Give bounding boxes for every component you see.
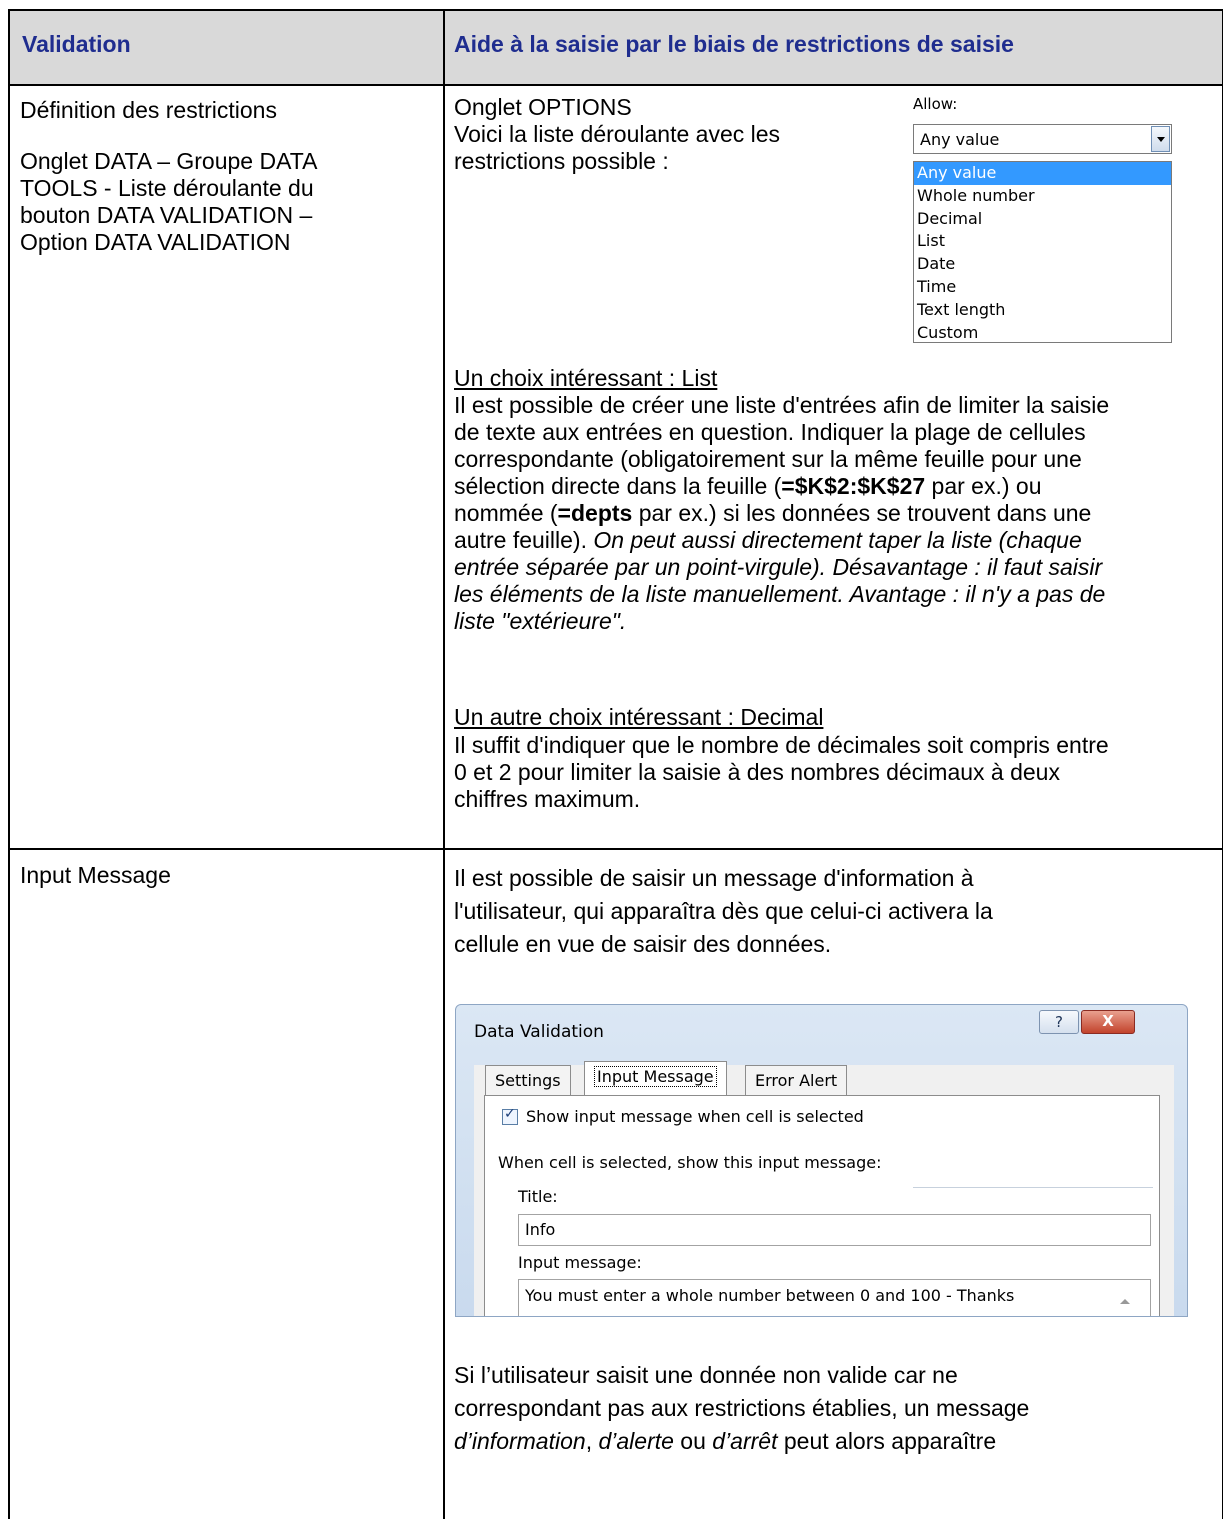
header-cell-2: Aide à la saisie par le biais de restric… (445, 11, 1222, 85)
intro-line: restrictions possible : (454, 148, 669, 174)
list-paragraph: Il est possible de créer une liste d'ent… (454, 392, 1109, 635)
row-divider-1 (8, 84, 1223, 86)
italic-run: d’information (454, 1428, 586, 1454)
allow-option[interactable]: Text length (914, 299, 1171, 322)
list-line: Il est possible de créer une liste d'ent… (454, 392, 1110, 418)
outro-line: Si l’utilisateur saisit une donnée non v… (454, 1362, 958, 1388)
message-textarea[interactable]: You must enter a whole number between 0 … (518, 1279, 1151, 1316)
title-label: Title: (518, 1187, 558, 1206)
scroll-up-icon[interactable] (1118, 1294, 1132, 1308)
path-line: Option DATA VALIDATION (20, 229, 291, 255)
show-message-label: Show input message when cell is selected (526, 1107, 864, 1126)
decimal-line: Il suffit d'indiquer que le nombre de dé… (454, 732, 1109, 758)
outro-line: d’information, d’alerte ou d’arrêt peut … (454, 1425, 1029, 1458)
options-intro: Onglet OPTIONS Voici la liste déroulante… (454, 94, 780, 175)
chevron-down-icon[interactable] (1151, 126, 1170, 152)
intro-line: cellule en vue de saisir des données. (454, 931, 832, 957)
message-label: Input message: (518, 1253, 642, 1272)
allow-option[interactable]: Custom (914, 322, 1171, 345)
allow-option[interactable]: Time (914, 276, 1171, 299)
named-range: =depts (557, 500, 633, 526)
list-line: sélection directe dans la feuille (=$K$2… (454, 473, 1109, 500)
allow-options-list: Any value Whole number Decimal List Date… (913, 161, 1172, 343)
decimal-line: 0 et 2 pour limiter la saisie à des nomb… (454, 759, 1060, 785)
data-validation-dialog: Data Validation ? X Settings Input Messa… (455, 1004, 1188, 1317)
tab-error-alert[interactable]: Error Alert (745, 1065, 848, 1095)
list-line: autre feuille). On peut aussi directemen… (454, 527, 1109, 554)
intro-line: l'utilisateur, qui apparaîtra dès que ce… (454, 898, 993, 924)
text-run: peut alors apparaître (777, 1428, 997, 1454)
allow-option[interactable]: List (914, 230, 1171, 253)
input-message-intro: Il est possible de saisir un message d'i… (454, 862, 993, 961)
path-line: Onglet DATA – Groupe DATA (20, 148, 318, 174)
row-divider-2 (8, 848, 1223, 850)
list-line: de texte aux entrées en question. Indiqu… (454, 419, 1086, 445)
help-button[interactable]: ? (1039, 1010, 1079, 1034)
italic-run: d’arrêt (712, 1428, 778, 1454)
message-value: You must enter a whole number between 0 … (525, 1286, 1015, 1305)
range-reference: =$K$2:$K$27 (781, 473, 926, 499)
group-separator (913, 1187, 1153, 1188)
list-line: correspondante (obligatoirement sur la m… (454, 446, 1082, 472)
tab-label: Input Message (594, 1066, 717, 1087)
allow-option[interactable]: Whole number (914, 185, 1171, 208)
intro-line: Onglet OPTIONS (454, 94, 632, 120)
list-line: les éléments de la liste manuellement. A… (454, 581, 1106, 607)
input-message-title: Input Message (20, 862, 171, 888)
dialog-body: Settings Input Message Error Alert Show … (474, 1061, 1174, 1316)
text-run: ou (673, 1428, 713, 1454)
allow-option[interactable]: Decimal (914, 208, 1171, 231)
decimal-line: chiffres maximum. (454, 786, 641, 812)
group-label: When cell is selected, show this input m… (498, 1153, 882, 1172)
header-cell-1: Validation (10, 11, 443, 85)
restrictions-title: Définition des restrictions (20, 97, 277, 123)
text-run: sélection directe dans la feuille ( (454, 473, 782, 499)
dialog-title: Data Validation (474, 1022, 604, 1042)
italic-run: On peut aussi directement taper la liste… (593, 527, 1082, 553)
tab-input-message[interactable]: Input Message (584, 1061, 727, 1095)
italic-run: d’alerte (598, 1428, 674, 1454)
intro-line: Voici la liste déroulante avec les (454, 121, 781, 147)
decimal-heading: Un autre choix intéressant : Decimal (454, 704, 824, 730)
tab-label: Settings (495, 1071, 561, 1090)
text-run: par ex.) si les données se trouvent dans… (632, 500, 1092, 526)
input-message-outro: Si l’utilisateur saisit une donnée non v… (454, 1359, 1029, 1458)
path-line: TOOLS - Liste déroulante du (20, 175, 314, 201)
show-message-checkbox[interactable] (502, 1106, 518, 1125)
text-run: par ex.) ou (925, 473, 1042, 499)
list-line: entrée séparée par un point-virgule). Dé… (454, 554, 1103, 580)
restrictions-path: Onglet DATA – Groupe DATA TOOLS - Liste … (20, 148, 317, 256)
column-divider (443, 9, 445, 1519)
list-line: nommée (=depts par ex.) si les données s… (454, 500, 1109, 527)
close-button[interactable]: X (1081, 1010, 1135, 1034)
allow-dropdown[interactable]: Any value (913, 124, 1172, 154)
text-run: nommée ( (454, 500, 558, 526)
intro-line: Il est possible de saisir un message d'i… (454, 865, 974, 891)
header-aide: Aide à la saisie par le biais de restric… (454, 31, 1014, 57)
outro-line: correspondant pas aux restrictions établ… (454, 1395, 1030, 1421)
header-validation: Validation (22, 31, 131, 57)
list-line: liste "extérieure". (454, 608, 627, 634)
input-message-pane: Show input message when cell is selected… (484, 1095, 1160, 1316)
text-run: , (585, 1428, 599, 1454)
title-input[interactable]: Info (518, 1214, 1151, 1246)
list-heading: Un choix intéressant : List (454, 365, 718, 391)
decimal-paragraph: Il suffit d'indiquer que le nombre de dé… (454, 732, 1109, 813)
allow-option[interactable]: Date (914, 253, 1171, 276)
allow-option[interactable]: Any value (914, 162, 1171, 185)
path-line: bouton DATA VALIDATION – (20, 202, 313, 228)
allow-label: Allow: (913, 95, 958, 113)
allow-dropdown-value: Any value (920, 130, 1000, 149)
text-run: autre feuille). (454, 527, 594, 553)
tab-label: Error Alert (755, 1071, 838, 1090)
tab-settings[interactable]: Settings (485, 1065, 571, 1095)
